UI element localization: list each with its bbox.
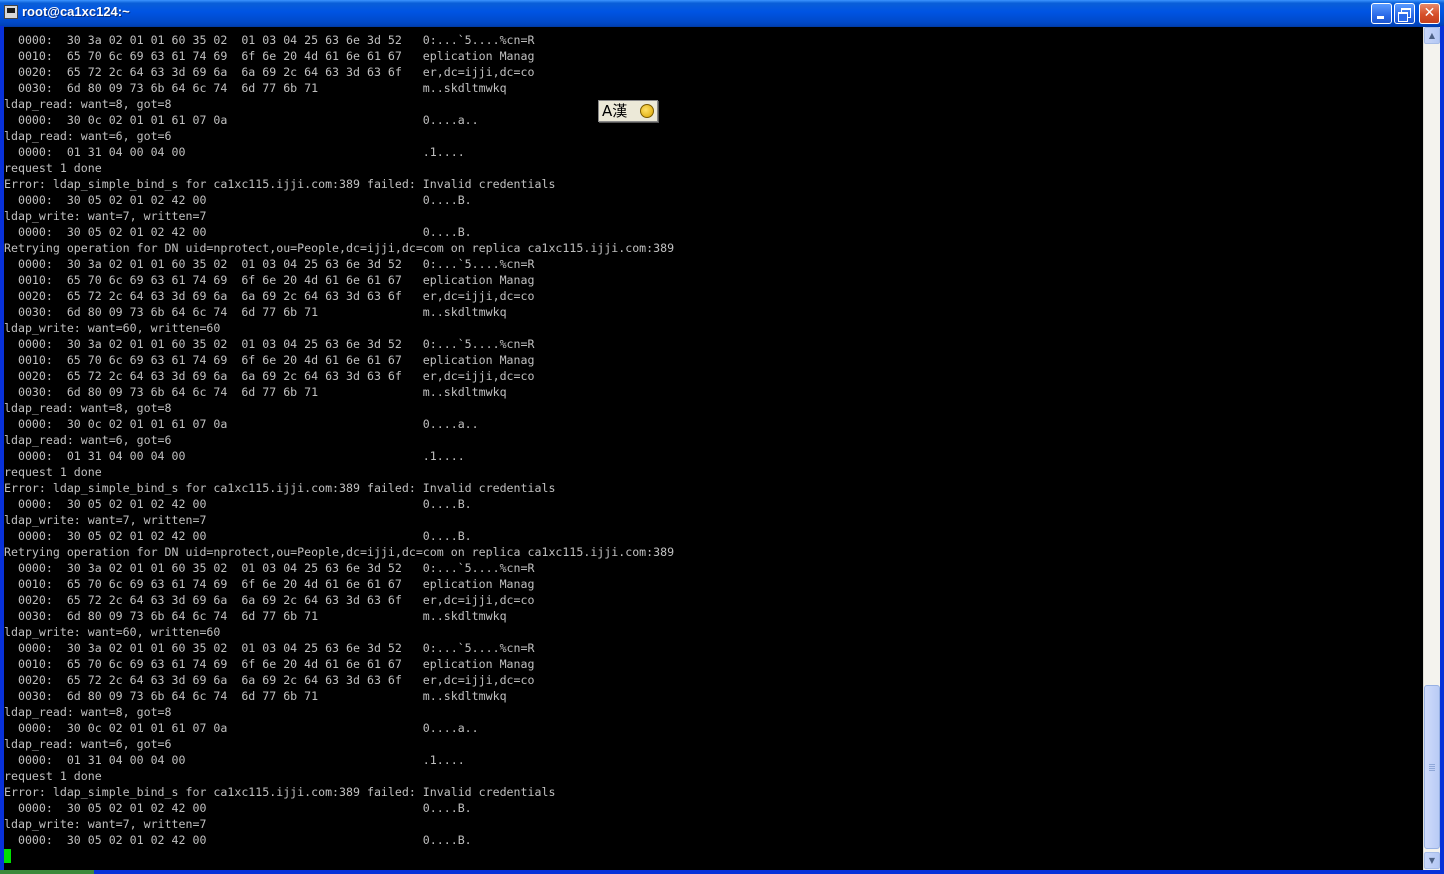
restore-icon-back: [1398, 12, 1408, 22]
title-bar[interactable]: root@ca1xc124:~ ✕: [0, 0, 1444, 27]
terminal-line: 0020: 65 72 2c 64 63 3d 69 6a 6a 69 2c 6…: [4, 673, 535, 687]
terminal-line: 0000: 30 05 02 01 02 42 00 0....B.: [4, 529, 472, 543]
terminal-line: ldap_read: want=6, got=6: [4, 129, 172, 143]
terminal-screen[interactable]: 0000: 30 3a 02 01 01 60 35 02 01 03 04 2…: [4, 27, 1423, 870]
putty-icon[interactable]: [4, 5, 18, 19]
thumb-grip: [1429, 770, 1435, 771]
terminal-line: 0000: 30 05 02 01 02 42 00 0....B.: [4, 225, 472, 239]
minimize-button[interactable]: [1371, 3, 1392, 24]
terminal-line: 0000: 01 31 04 00 04 00 .1....: [4, 449, 465, 463]
terminal-line: 0030: 6d 80 09 73 6b 64 6c 74 6d 77 6b 7…: [4, 689, 507, 703]
terminal-line: Retrying operation for DN uid=nprotect,o…: [4, 241, 675, 255]
ime-toolbar[interactable]: A漢: [598, 100, 658, 122]
terminal-line: 0010: 65 70 6c 69 63 61 74 69 6f 6e 20 4…: [4, 577, 535, 591]
terminal-line: 0030: 6d 80 09 73 6b 64 6c 74 6d 77 6b 7…: [4, 81, 507, 95]
terminal-line: 0030: 6d 80 09 73 6b 64 6c 74 6d 77 6b 7…: [4, 305, 507, 319]
terminal-line: 0000: 30 05 02 01 02 42 00 0....B.: [4, 801, 472, 815]
terminal-line: 0000: 30 3a 02 01 01 60 35 02 01 03 04 2…: [4, 33, 535, 47]
terminal-line: 0010: 65 70 6c 69 63 61 74 69 6f 6e 20 4…: [4, 273, 535, 287]
terminal-line: ldap_write: want=60, written=60: [4, 321, 221, 335]
terminal-line: ldap_read: want=6, got=6: [4, 737, 172, 751]
scroll-thumb[interactable]: [1424, 685, 1440, 849]
window-frame-bottom: [0, 870, 1444, 874]
terminal-line: ldap_read: want=8, got=8: [4, 97, 172, 111]
terminal-line: 0000: 30 3a 02 01 01 60 35 02 01 03 04 2…: [4, 337, 535, 351]
terminal-line: 0000: 30 0c 02 01 01 61 07 0a 0....a..: [4, 113, 479, 127]
terminal-line: 0030: 6d 80 09 73 6b 64 6c 74 6d 77 6b 7…: [4, 609, 507, 623]
terminal-line: 0020: 65 72 2c 64 63 3d 69 6a 6a 69 2c 6…: [4, 369, 535, 383]
terminal-line: ldap_read: want=6, got=6: [4, 433, 172, 447]
thumb-grip: [1429, 766, 1435, 767]
terminal-line: ldap_write: want=7, written=7: [4, 209, 207, 223]
window-frame-right: [1440, 26, 1444, 874]
terminal-line: 0010: 65 70 6c 69 63 61 74 69 6f 6e 20 4…: [4, 353, 535, 367]
terminal-line: request 1 done: [4, 465, 102, 479]
taskbar-start-edge: [0, 870, 94, 874]
terminal-line: ldap_read: want=8, got=8: [4, 705, 172, 719]
thumb-grip: [1429, 768, 1435, 769]
terminal-line: 0010: 65 70 6c 69 63 61 74 69 6f 6e 20 4…: [4, 657, 535, 671]
ime-mode-label[interactable]: A漢: [602, 102, 627, 120]
terminal-line: Retrying operation for DN uid=nprotect,o…: [4, 545, 675, 559]
text-cursor: [4, 849, 11, 863]
terminal-line: Error: ldap_simple_bind_s for ca1xc115.i…: [4, 177, 556, 191]
terminal-line: 0000: 30 0c 02 01 01 61 07 0a 0....a..: [4, 417, 479, 431]
terminal-line: 0000: 01 31 04 00 04 00 .1....: [4, 145, 465, 159]
terminal-line: request 1 done: [4, 769, 102, 783]
terminal-line: 0000: 30 0c 02 01 01 61 07 0a 0....a..: [4, 721, 479, 735]
terminal-line: 0010: 65 70 6c 69 63 61 74 69 6f 6e 20 4…: [4, 49, 535, 63]
terminal-line: ldap_write: want=7, written=7: [4, 817, 207, 831]
terminal-output: 0000: 30 3a 02 01 01 60 35 02 01 03 04 2…: [4, 32, 674, 848]
terminal-line: 0020: 65 72 2c 64 63 3d 69 6a 6a 69 2c 6…: [4, 593, 535, 607]
window-title: root@ca1xc124:~: [22, 4, 130, 19]
terminal-line: 0000: 30 05 02 01 02 42 00 0....B.: [4, 833, 472, 847]
terminal-line: ldap_read: want=8, got=8: [4, 401, 172, 415]
terminal-line: 0000: 30 3a 02 01 01 60 35 02 01 03 04 2…: [4, 561, 535, 575]
close-icon: ✕: [1423, 5, 1436, 21]
scroll-up-button[interactable]: ▲: [1424, 27, 1440, 44]
close-button[interactable]: ✕: [1419, 3, 1440, 24]
terminal-line: Error: ldap_simple_bind_s for ca1xc115.i…: [4, 481, 556, 495]
vertical-scrollbar[interactable]: ▲ ▼: [1423, 27, 1440, 870]
terminal-line: 0030: 6d 80 09 73 6b 64 6c 74 6d 77 6b 7…: [4, 385, 507, 399]
terminal-window: root@ca1xc124:~ ✕ 0000: 30 3a 02 01 01 6…: [0, 0, 1444, 874]
terminal-line: ldap_write: want=7, written=7: [4, 513, 207, 527]
terminal-line: Error: ldap_simple_bind_s for ca1xc115.i…: [4, 785, 556, 799]
terminal-line: 0000: 01 31 04 00 04 00 .1....: [4, 753, 465, 767]
terminal-line: 0000: 30 05 02 01 02 42 00 0....B.: [4, 497, 472, 511]
restore-button[interactable]: [1394, 3, 1415, 24]
minimize-icon: [1377, 16, 1384, 19]
terminal-line: request 1 done: [4, 161, 102, 175]
terminal-line: 0000: 30 05 02 01 02 42 00 0....B.: [4, 193, 472, 207]
terminal-line: 0000: 30 3a 02 01 01 60 35 02 01 03 04 2…: [4, 641, 535, 655]
terminal-line: ldap_write: want=60, written=60: [4, 625, 221, 639]
thumb-grip: [1429, 764, 1435, 765]
scroll-down-button[interactable]: ▼: [1424, 852, 1440, 869]
terminal-line: 0020: 65 72 2c 64 63 3d 69 6a 6a 69 2c 6…: [4, 289, 535, 303]
terminal-line: 0000: 30 3a 02 01 01 60 35 02 01 03 04 2…: [4, 257, 535, 271]
ime-options-icon[interactable]: [640, 104, 654, 118]
terminal-line: 0020: 65 72 2c 64 63 3d 69 6a 6a 69 2c 6…: [4, 65, 535, 79]
